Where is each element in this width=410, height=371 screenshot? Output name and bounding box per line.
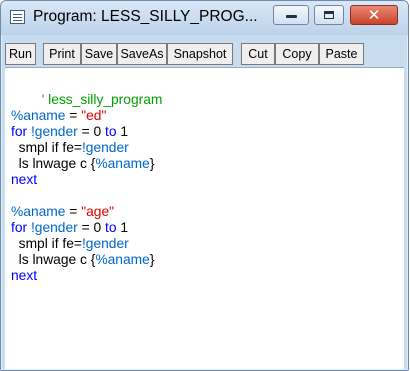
copy-button[interactable]: Copy — [275, 43, 319, 65]
window-title: Program: LESS_SILLY_PROG... — [33, 8, 258, 25]
run-button[interactable]: Run — [5, 43, 36, 65]
plain-token: ls lnwage c { — [11, 252, 96, 267]
maximize-icon — [324, 11, 334, 19]
program-window: Program: LESS_SILLY_PROG... ✕ Run Print … — [0, 0, 409, 371]
minimize-icon — [286, 15, 297, 18]
variable-token: %aname — [95, 252, 150, 267]
code-line-smpl: smpl if fe=!gender — [11, 140, 162, 156]
code-area[interactable]: ' less_silly_program %aname = "ed" for !… — [11, 76, 162, 284]
variable-token: !gender — [27, 220, 78, 235]
keyword-token: next — [11, 172, 38, 187]
plain-token: = 0 — [77, 124, 105, 139]
print-button[interactable]: Print — [43, 43, 81, 65]
code-line-next: next — [11, 172, 162, 188]
code-line-for: for !gender = 0 to 1 — [11, 220, 162, 236]
string-token: "age" — [81, 204, 115, 219]
title-bar[interactable]: Program: LESS_SILLY_PROG... ✕ — [1, 1, 408, 35]
code-line-next: next — [11, 268, 162, 284]
program-editor[interactable]: ' less_silly_program %aname = "ed" for !… — [5, 67, 404, 369]
comment-text: ' less_silly_program — [41, 92, 163, 107]
plain-token: smpl if fe= — [11, 236, 82, 251]
keyword-token: next — [11, 268, 38, 283]
plain-token: ls lnwage c { — [11, 156, 96, 171]
variable-token: %aname — [95, 156, 150, 171]
code-line-comment: ' less_silly_program — [11, 76, 163, 107]
paste-button[interactable]: Paste — [319, 43, 364, 65]
operator-token: = — [65, 204, 82, 219]
string-token: "ed" — [81, 108, 107, 123]
code-line-ls: ls lnwage c {%aname} — [11, 156, 162, 172]
variable-token: !gender — [27, 124, 78, 139]
cut-button[interactable]: Cut — [241, 43, 275, 65]
variable-token: !gender — [81, 140, 129, 155]
plain-token: = 0 — [77, 220, 105, 235]
program-icon — [10, 10, 25, 24]
plain-token: 1 — [116, 124, 129, 139]
keyword-token: to — [104, 220, 117, 235]
variable-token: !gender — [81, 236, 129, 251]
variable-token: %aname — [11, 204, 66, 219]
close-icon: ✕ — [367, 6, 381, 24]
operator-token: = — [65, 108, 82, 123]
minimize-button[interactable] — [273, 5, 309, 25]
keyword-token: to — [104, 124, 117, 139]
maximize-button[interactable] — [314, 5, 344, 25]
code-line-assign: %aname = "ed" — [11, 108, 162, 124]
save-button[interactable]: Save — [81, 43, 117, 65]
variable-token: %aname — [11, 108, 66, 123]
plain-token: } — [149, 252, 155, 267]
plain-token: smpl if fe= — [11, 140, 82, 155]
plain-token: } — [149, 156, 155, 171]
plain-token: 1 — [116, 220, 129, 235]
code-line-assign: %aname = "age" — [11, 204, 162, 220]
code-line-ls: ls lnwage c {%aname} — [11, 252, 162, 268]
close-button[interactable]: ✕ — [350, 5, 398, 25]
snapshot-button[interactable]: Snapshot — [167, 43, 233, 65]
saveas-button[interactable]: SaveAs — [117, 43, 167, 65]
keyword-token: for — [11, 220, 28, 235]
code-line-smpl: smpl if fe=!gender — [11, 236, 162, 252]
code-line-for: for !gender = 0 to 1 — [11, 124, 162, 140]
keyword-token: for — [11, 124, 28, 139]
